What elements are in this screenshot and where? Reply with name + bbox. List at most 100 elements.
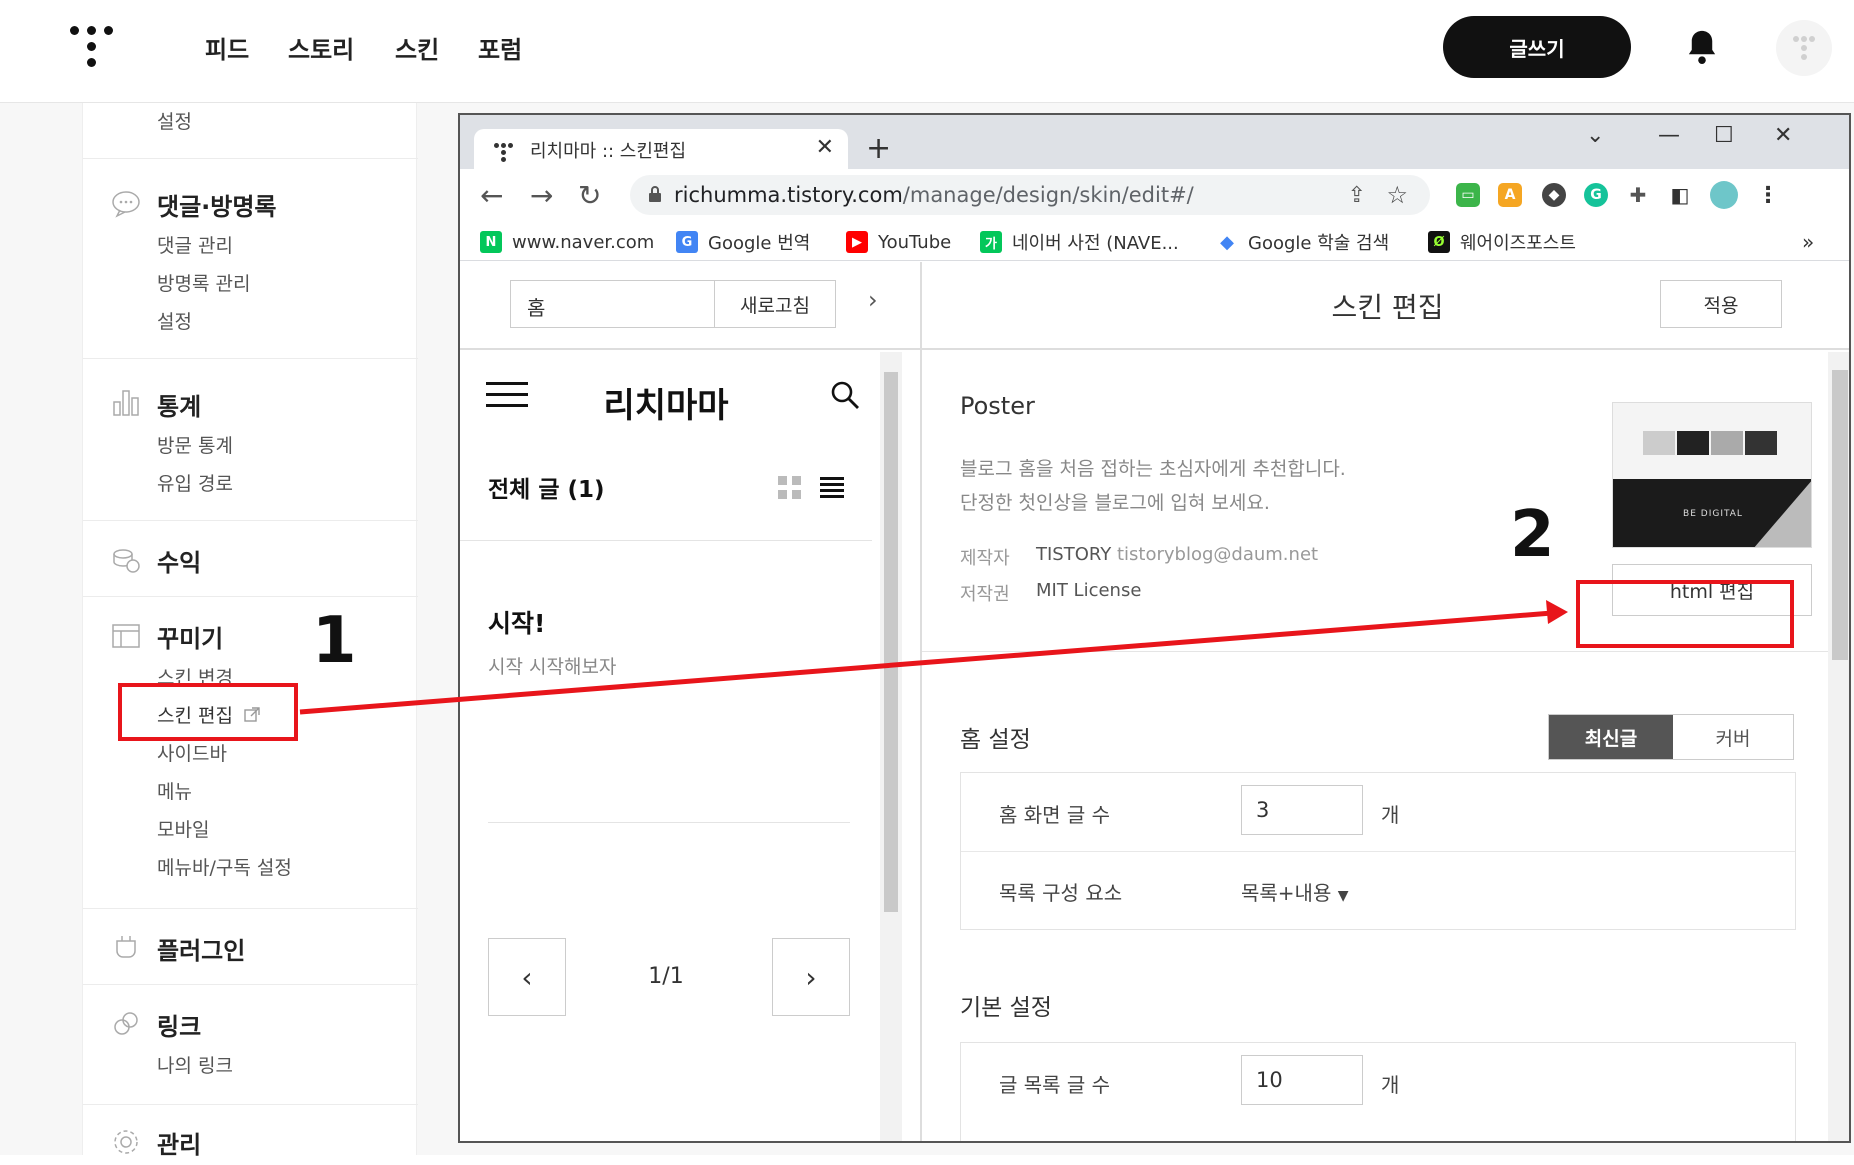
toggle-cover[interactable]: 커버 [1673,715,1793,759]
extension-icon-2[interactable]: A [1498,183,1522,207]
chevron-right-icon[interactable]: › [868,286,878,314]
skin-name: Poster [960,392,1035,420]
caret-down-icon: ▼ [1337,888,1349,904]
sidebar-title-stats[interactable]: 통계 [157,387,201,422]
row-divider [961,851,1795,852]
list-count-label: 글 목록 글 수 [999,1073,1111,1097]
bookmark-label: Google 번역 [708,233,811,254]
sidebar-title-revenue[interactable]: 수익 [157,543,201,578]
toggle-latest[interactable]: 최신글 [1549,715,1673,759]
sidebar-item-referrer[interactable]: 유입 경로 [157,469,233,496]
list-elements-select[interactable]: 목록+내용 ▼ [1241,877,1349,906]
tistory-topnav: 피드 스토리 스킨 포럼 글쓰기 [0,0,1854,103]
sidebar-item-comment-settings[interactable]: 설정 [157,307,192,334]
close-window-icon[interactable]: ✕ [1774,123,1792,148]
tab-close-icon[interactable]: ✕ [816,135,834,160]
menu-icon[interactable]: ⋮ [1756,183,1780,208]
editor-scroll-thumb[interactable] [1832,370,1848,660]
maximize-icon[interactable]: ☐ [1714,123,1734,148]
profile-icon[interactable] [1710,181,1738,209]
grammarly-icon[interactable]: G [1584,183,1608,207]
url-path: /manage/design/skin/edit#/ [902,183,1194,207]
home-count-input[interactable]: 3 [1241,785,1363,835]
sidebar-title-customize[interactable]: 꾸미기 [157,619,223,654]
preview-scroll-thumb[interactable] [884,372,898,912]
sidebar-item-my-links[interactable]: 나의 링크 [157,1051,233,1078]
bookmark-google-scholar[interactable]: ◆ Google 학술 검색 [1216,229,1389,255]
reload-icon[interactable]: ↻ [578,179,601,212]
browser-tab[interactable]: 리치마마 :: 스킨편집 ✕ [474,129,848,169]
next-page-button[interactable]: › [772,938,850,1016]
thumb-caption: BE DIGITAL [1683,509,1743,519]
bell-icon[interactable] [1684,28,1720,66]
minimize-icon[interactable]: — [1658,123,1680,148]
blog-title[interactable]: 리치마마 [460,378,872,427]
bookmark-label: www.naver.com [512,231,655,253]
extension-icon-1[interactable]: ▭ [1456,183,1480,207]
sidebar-title-links[interactable]: 링크 [157,1007,201,1042]
url-text: richumma.tistory.com/manage/design/skin/… [674,183,1194,207]
apply-button[interactable]: 적용 [1660,280,1782,328]
bookmark-google-translate[interactable]: G Google 번역 [676,229,810,255]
post-title[interactable]: 시작! [488,604,545,640]
gear-icon [114,1130,138,1154]
sidebar-title-plugins[interactable]: 플러그인 [157,931,245,966]
annotation-box-1 [118,683,298,741]
home-count-unit: 개 [1381,803,1400,827]
bookmark-star-icon[interactable]: ☆ [1386,181,1408,209]
naver-icon: N [480,231,502,253]
preview-page-select[interactable]: 홈 [510,280,716,328]
puzzle-icon[interactable]: ✚ [1626,183,1650,207]
nav-story[interactable]: 스토리 [288,30,354,65]
home-count-label: 홈 화면 글 수 [999,803,1111,827]
bookmarks-overflow-icon[interactable]: » [1802,229,1814,255]
sidebar-item-mobile[interactable]: 모바일 [157,815,209,842]
bookmark-naver-dict[interactable]: 가 네이버 사전 (NAVE... [980,229,1179,255]
nav-feed[interactable]: 피드 [205,30,249,65]
profile-avatar[interactable] [1776,20,1832,76]
refresh-button[interactable]: 새로고침 [714,280,836,328]
bookmark-youtube[interactable]: ▶ YouTube [846,229,951,255]
list-elements-label: 목록 구성 요소 [999,881,1123,905]
annotation-number-1: 1 [312,604,357,678]
bookmark-naver[interactable]: Nwww.naver.com [480,229,654,255]
list-count-input[interactable]: 10 [1241,1055,1363,1105]
skin-thumbnail: BE DIGITAL [1612,402,1812,548]
preview-toolbar: 홈 새로고침 › [460,262,920,350]
grid-view-icon[interactable] [778,476,802,500]
nav-skin[interactable]: 스킨 [395,30,439,65]
speech-bubble-icon [112,191,140,218]
extension-icon-3[interactable]: ◆ [1542,183,1566,207]
sidebar-item-comment-manage[interactable]: 댓글 관리 [157,231,233,258]
sidebar-title-comments[interactable]: 댓글·방명록 [157,187,277,222]
sidebar-item-guestbook-manage[interactable]: 방명록 관리 [157,269,250,296]
scholar-icon: ◆ [1216,231,1238,253]
sidebar-item-settings[interactable]: 설정 [157,107,192,134]
write-button[interactable]: 글쓰기 [1443,16,1631,78]
new-tab-icon[interactable]: + [866,131,891,166]
list-view-icon[interactable] [820,476,844,500]
sidebar-section-stats: 통계 방문 통계 유입 경로 [83,359,418,521]
preview-page-value: 홈 [527,296,546,320]
forward-icon[interactable]: → [530,179,553,212]
nav-forum[interactable]: 포럼 [478,30,522,65]
bookmark-whereispost[interactable]: Ø 웨어이즈포스트 [1428,229,1576,255]
home-settings-box: 홈 화면 글 수 3 개 목록 구성 요소 목록+내용 ▼ [960,772,1796,930]
sidepanel-icon[interactable]: ◧ [1668,183,1692,207]
sidebar-item-visit-stats[interactable]: 방문 통계 [157,431,233,458]
sidebar-item-menu[interactable]: 메뉴 [157,777,192,804]
back-icon[interactable]: ← [480,179,503,212]
blog-preview: 리치마마 전체 글 (1) 시작! 시작 시작해보자 ‹ 1/1 › [460,352,872,1141]
share-icon[interactable]: ⇪ [1348,183,1366,208]
coins-icon [113,549,140,573]
address-bar[interactable]: richumma.tistory.com/manage/design/skin/… [630,175,1430,215]
tab-search-icon[interactable]: ⌄ [1586,123,1604,148]
maker-email: tistoryblog@daum.net [1116,544,1319,565]
search-icon[interactable] [830,380,860,410]
skin-editor-page: 홈 새로고침 › 리치마마 전체 글 (1) 시작! 시작 시작해보자 ‹ 1/… [460,262,1849,1141]
youtube-icon: ▶ [846,231,868,253]
tistory-logo[interactable] [70,26,114,70]
sidebar-item-menubar[interactable]: 메뉴바/구독 설정 [157,853,292,880]
sidebar-item-sidebar[interactable]: 사이드바 [157,739,227,766]
plugin-icon [116,936,136,958]
